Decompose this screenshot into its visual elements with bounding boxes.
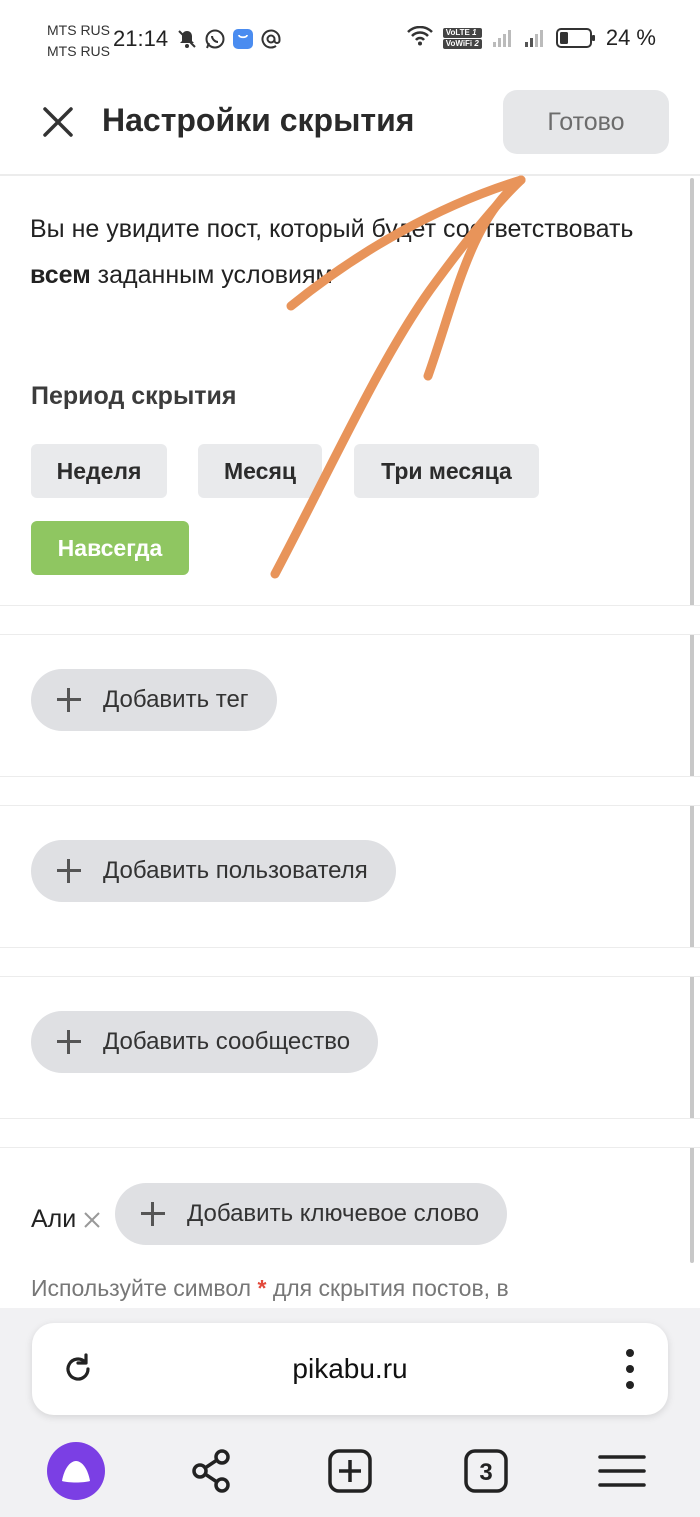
plus-icon	[55, 1028, 83, 1056]
period-week-chip[interactable]: Неделя	[31, 444, 167, 498]
close-icon	[43, 107, 73, 137]
tabs-count: 3	[479, 1459, 492, 1486]
section-divider	[0, 776, 700, 806]
add-tag-label: Добавить тег	[103, 686, 249, 713]
plus-square-icon	[328, 1449, 372, 1493]
hint-text-end: для скрытия постов, в	[266, 1275, 509, 1301]
section-divider	[0, 1118, 700, 1148]
add-keyword-label: Добавить ключевое слово	[187, 1200, 480, 1227]
carrier-1: MTS RUS	[47, 22, 110, 38]
remove-keyword-icon[interactable]	[82, 1210, 102, 1230]
signal-icon	[524, 30, 543, 47]
carrier-2: MTS RUS	[47, 43, 110, 59]
store-icon	[232, 27, 254, 51]
hide-settings-content[interactable]: Вы не увидите пост, который будет соотве…	[0, 178, 700, 1308]
scrollbar[interactable]	[690, 178, 694, 1263]
hint-text-start: Используйте символ	[31, 1275, 258, 1301]
add-keyword-button[interactable]: Добавить ключевое слово	[115, 1183, 508, 1245]
notification-icons	[176, 27, 282, 51]
intro-text-end: заданным условиям	[90, 261, 333, 289]
new-tab-button[interactable]	[320, 1441, 380, 1501]
volte-indicator: VoLTE 1 VoWiFi 2	[442, 27, 482, 49]
section-divider	[0, 605, 700, 635]
wifi-icon	[406, 25, 433, 51]
volte-index: 1	[472, 27, 477, 37]
done-button[interactable]: Готово	[503, 90, 669, 154]
plus-icon	[55, 686, 83, 714]
status-bar: MTS RUS MTS RUS 21:14 VoLTE 1 VoWiFi 2 2…	[0, 0, 700, 80]
browser-nav-bar: 3	[0, 1425, 700, 1517]
share-button[interactable]	[181, 1441, 241, 1501]
period-three-months-chip[interactable]: Три месяца	[354, 444, 539, 498]
intro-text-start: Вы не увидите пост, который будет соотве…	[30, 215, 634, 243]
add-user-button[interactable]: Добавить пользователя	[31, 840, 396, 902]
hamburger-menu-icon	[598, 1455, 646, 1487]
clock: 21:14	[113, 26, 169, 51]
keyword-hint: Используйте символ * для скрытия постов,…	[31, 1275, 509, 1302]
battery-percent: 24 %	[605, 25, 656, 50]
carrier-names: MTS RUS MTS RUS	[47, 20, 110, 62]
share-icon	[192, 1449, 230, 1493]
close-button[interactable]	[38, 102, 78, 142]
more-menu-icon[interactable]	[624, 1347, 636, 1391]
add-user-label: Добавить пользователя	[103, 857, 368, 884]
whatsapp-icon	[204, 27, 226, 51]
alice-icon	[47, 1442, 105, 1500]
volte-label: VoLTE	[445, 27, 470, 37]
url-text[interactable]: pikabu.ru	[32, 1353, 668, 1385]
add-tag-button[interactable]: Добавить тег	[31, 669, 277, 731]
system-indicators: VoLTE 1 VoWiFi 2 24 %	[406, 25, 656, 51]
keyword-label: Али	[31, 1205, 77, 1233]
alice-assistant-button[interactable]	[46, 1441, 106, 1501]
bell-off-icon	[176, 27, 198, 51]
plus-icon	[139, 1200, 167, 1228]
at-sign-icon	[260, 27, 282, 51]
section-divider	[0, 947, 700, 977]
vowifi-label: VoWiFi	[445, 38, 473, 48]
period-label: Период скрытия	[31, 382, 237, 410]
main-menu-button[interactable]	[592, 1441, 652, 1501]
app-header: Настройки скрытия Готово	[0, 80, 700, 176]
tabs-count-icon: 3	[464, 1449, 508, 1493]
signal-icon	[492, 30, 511, 47]
vowifi-index: 2	[474, 38, 479, 48]
keyword-chip: Али	[31, 1205, 102, 1234]
intro-text-bold: всем	[30, 261, 91, 289]
period-month-chip[interactable]: Месяц	[198, 444, 322, 498]
intro-text: Вы не увидите пост, который будет соотве…	[30, 206, 650, 298]
address-bar[interactable]: pikabu.ru	[32, 1323, 668, 1415]
page-title: Настройки скрытия	[102, 102, 415, 138]
tabs-button[interactable]: 3	[456, 1441, 516, 1501]
period-forever-chip[interactable]: Навсегда	[31, 521, 189, 575]
battery-icon	[555, 28, 595, 48]
plus-icon	[55, 857, 83, 885]
add-community-label: Добавить сообщество	[103, 1028, 351, 1055]
add-community-button[interactable]: Добавить сообщество	[31, 1011, 379, 1073]
